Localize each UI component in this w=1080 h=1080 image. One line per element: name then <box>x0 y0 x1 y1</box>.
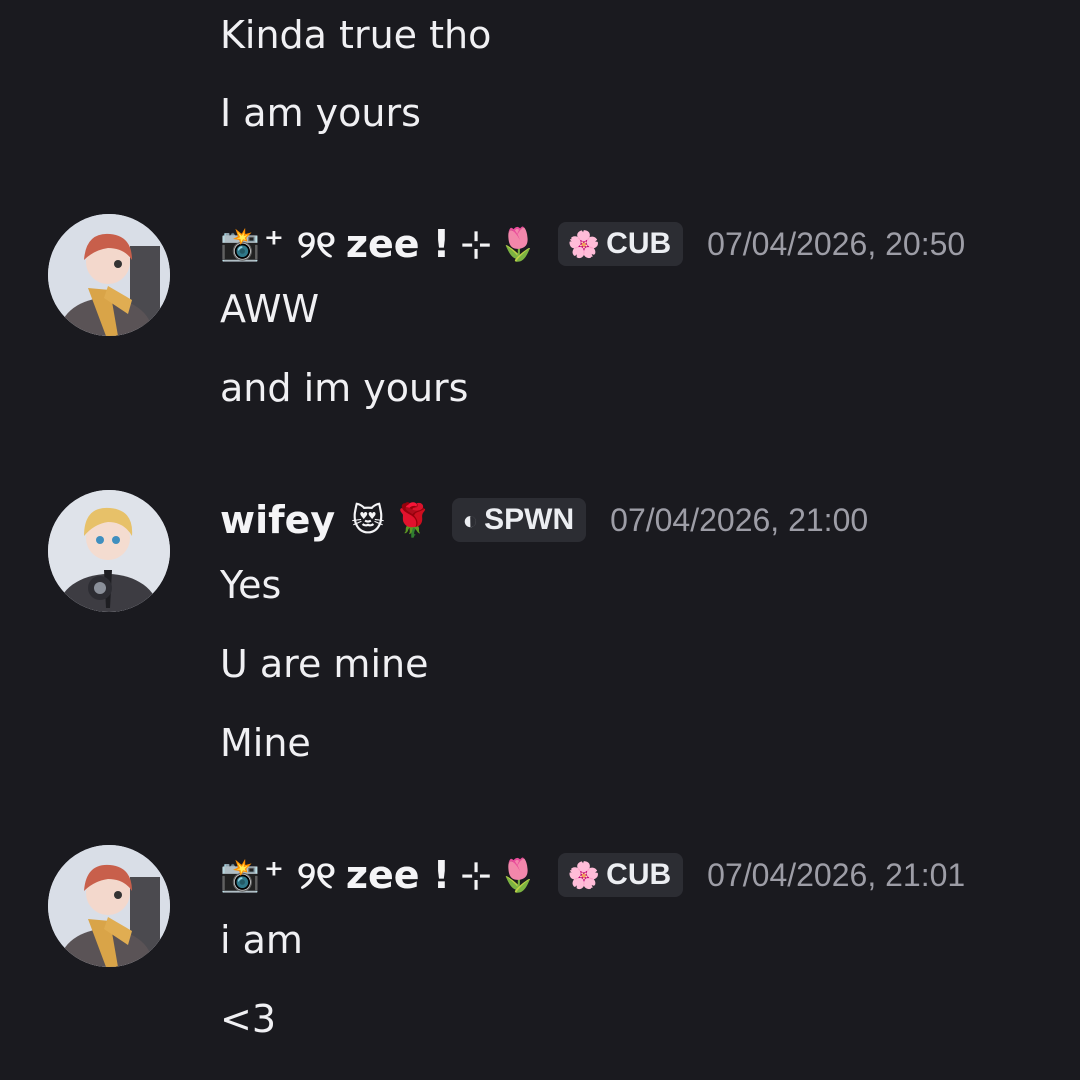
username-name: wifey <box>220 498 336 542</box>
message-text: Yes <box>220 563 282 607</box>
username-zee[interactable]: 📸 ⁺ ୨୧ zee ! ⊹ 🌷 <box>220 853 538 898</box>
tulip-emoji: 🌷 <box>497 856 538 894</box>
avatar-image <box>48 490 170 612</box>
cherry-blossom-icon: 🌸 <box>567 860 601 890</box>
username-prefix: ⁺ ୨୧ <box>263 221 336 266</box>
tulip-emoji: 🌷 <box>497 225 538 263</box>
message-text: I am yours <box>220 91 421 135</box>
avatar-wifey[interactable] <box>48 490 170 612</box>
timestamp: 07/04/2026, 21:01 <box>707 856 966 893</box>
message-text: <3 <box>220 997 277 1041</box>
username-wifey[interactable]: wifey 😻 🌹 <box>220 498 432 542</box>
message-text: Kinda true tho <box>220 13 492 57</box>
message-text: AWW <box>220 287 320 331</box>
message-header: wifey 😻 🌹 ◐ SPWN 07/04/2026, 21:00 <box>220 490 868 550</box>
heart-eyes-cat-emoji: 😻 <box>351 501 385 539</box>
server-tag[interactable]: 🌸 CUB <box>557 222 684 266</box>
avatar-image <box>48 845 170 967</box>
message-text: and im yours <box>220 366 469 410</box>
timestamp: 07/04/2026, 20:50 <box>707 225 966 262</box>
tag-label: CUB <box>606 858 672 891</box>
message-header: 📸 ⁺ ୨୧ zee ! ⊹ 🌷 🌸 CUB 07/04/2026, 21:01 <box>220 845 965 905</box>
avatar-zee[interactable] <box>48 845 170 967</box>
message-text: i am <box>220 918 303 962</box>
tag-label: CUB <box>606 227 672 260</box>
avatar-zee[interactable] <box>48 214 170 336</box>
username-name: zee ! <box>345 222 451 266</box>
server-tag[interactable]: ◐ SPWN <box>452 498 587 542</box>
moon-icon: ◐ <box>462 505 479 535</box>
username-name: zee ! <box>345 853 451 897</box>
rose-emoji: 🌹 <box>392 501 433 539</box>
timestamp: 07/04/2026, 21:00 <box>610 501 869 538</box>
message-text: Mine <box>220 721 311 765</box>
cherry-blossom-icon: 🌸 <box>567 229 601 259</box>
camera-flash-emoji: 📸 <box>220 225 260 263</box>
username-prefix: ⁺ ୨୧ <box>263 852 336 897</box>
camera-flash-emoji: 📸 <box>220 856 260 894</box>
username-suffix: ⊹ <box>460 853 492 897</box>
tag-label: SPWN <box>484 503 575 536</box>
username-suffix: ⊹ <box>460 222 492 266</box>
avatar-image <box>48 214 170 336</box>
username-zee[interactable]: 📸 ⁺ ୨୧ zee ! ⊹ 🌷 <box>220 222 538 267</box>
server-tag[interactable]: 🌸 CUB <box>557 853 684 897</box>
message-text: U are mine <box>220 642 429 686</box>
message-header: 📸 ⁺ ୨୧ zee ! ⊹ 🌷 🌸 CUB 07/04/2026, 20:50 <box>220 214 965 274</box>
